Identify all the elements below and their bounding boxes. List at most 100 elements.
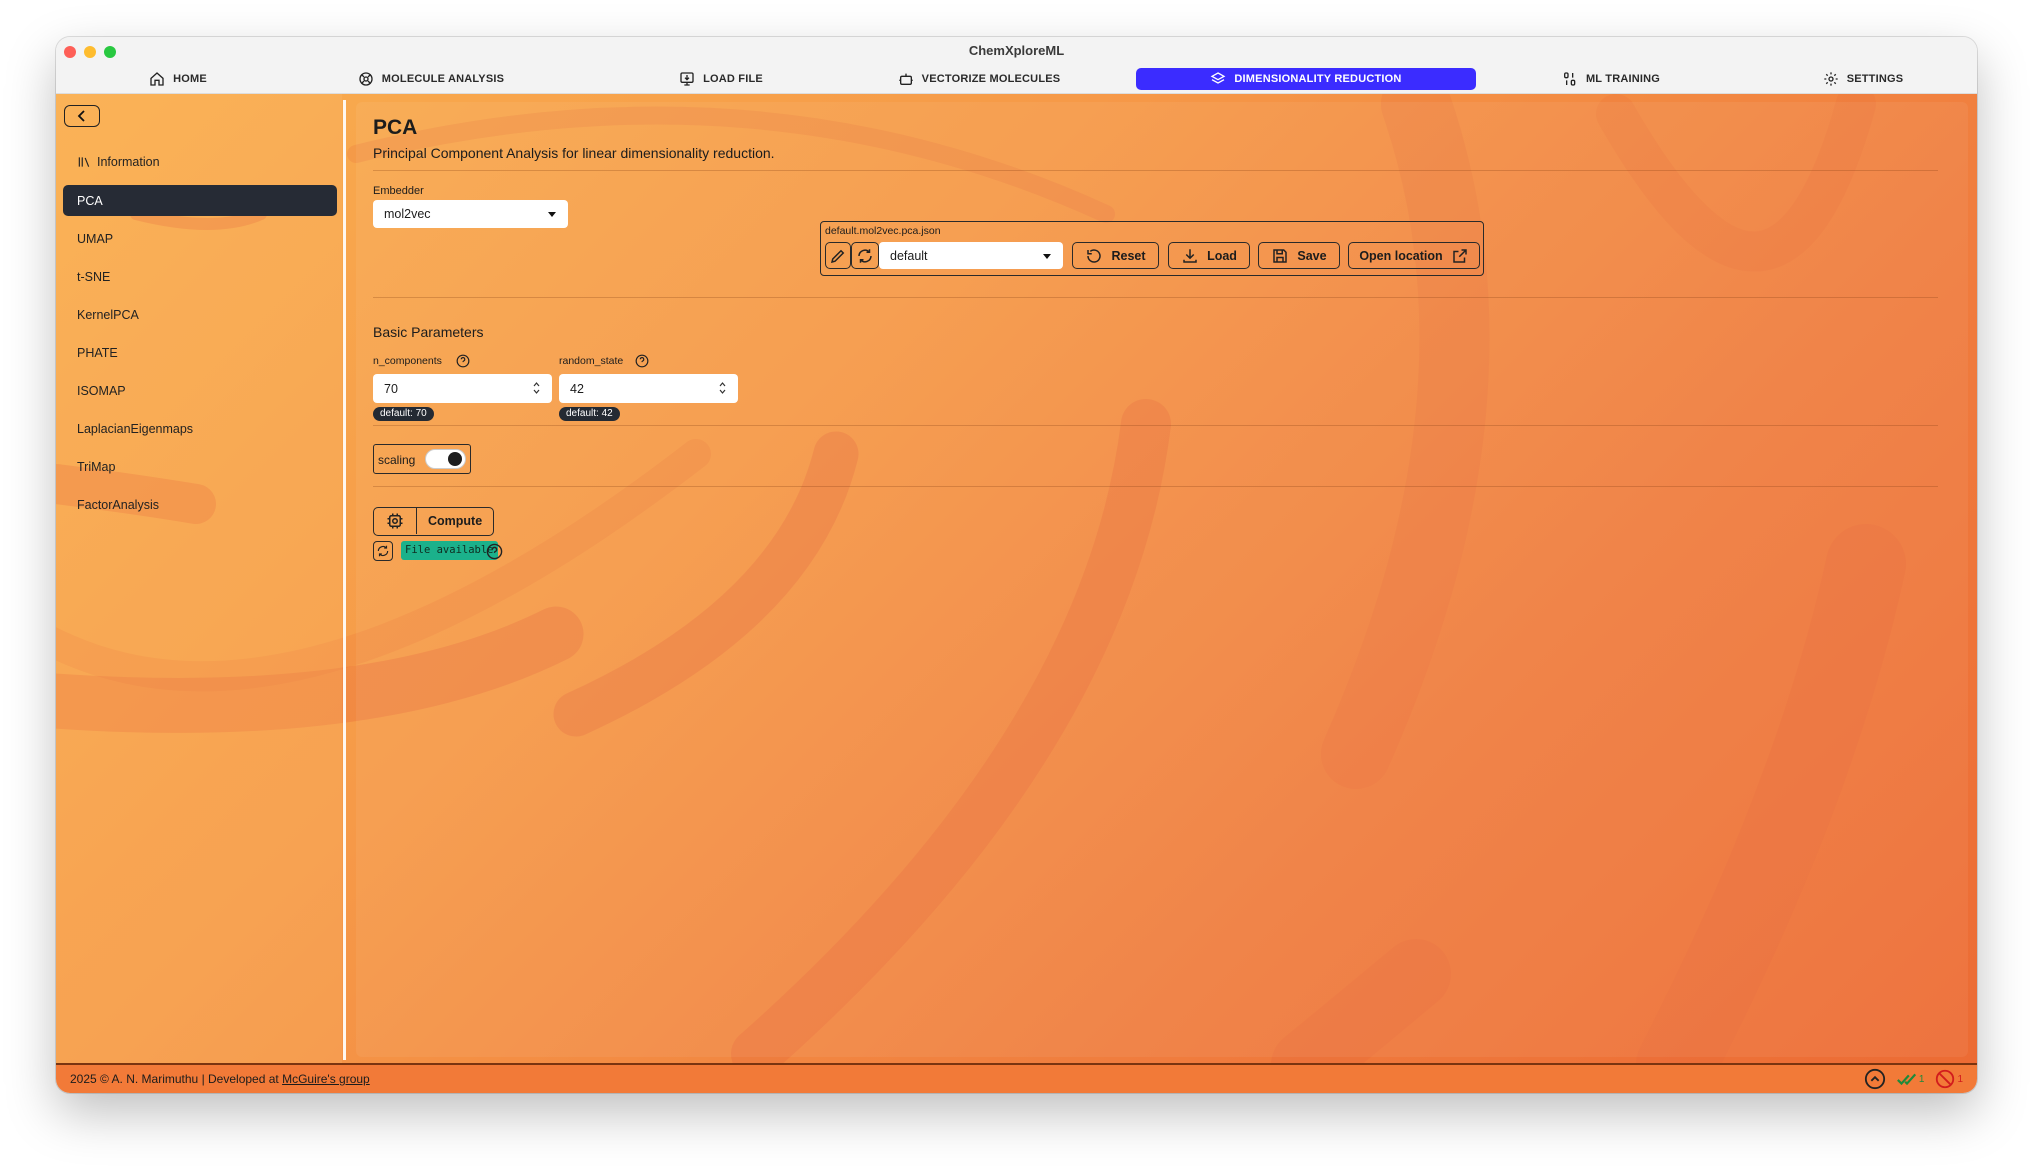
tab-dimensionality-reduction[interactable]: DIMENSIONALITY REDUCTION [1136, 68, 1476, 90]
divider [373, 170, 1938, 171]
layers-icon [1211, 72, 1226, 84]
n-components-label: n_components [373, 355, 442, 367]
page-description: Principal Component Analysis for linear … [373, 145, 775, 161]
stepper-icon[interactable] [719, 382, 726, 394]
pca-panel: PCA Principal Component Analysis for lin… [356, 102, 1968, 1057]
caret-down-icon [1043, 253, 1051, 259]
default-badge: default: 70 [373, 407, 434, 421]
home-icon [150, 72, 164, 86]
tab-ml-training[interactable]: ML TRAINING [1556, 68, 1666, 90]
tab-vectorize-molecules[interactable]: VECTORIZE MOLECULES [894, 68, 1064, 90]
config-select[interactable]: default [879, 242, 1063, 269]
external-link-icon [1452, 248, 1467, 263]
maximize-window-button[interactable] [104, 46, 116, 58]
sidebar-item-umap[interactable]: UMAP [63, 223, 337, 254]
refresh-config-button[interactable] [851, 242, 879, 269]
open-location-button[interactable]: Open location [1348, 242, 1480, 269]
refresh-icon [377, 545, 389, 557]
success-count: 1 [1918, 1073, 1925, 1085]
scaling-label: scaling [378, 453, 416, 467]
help-icon[interactable] [486, 543, 503, 560]
tab-home[interactable]: HOME [138, 68, 218, 90]
close-window-button[interactable] [64, 46, 76, 58]
tab-molecule-analysis[interactable]: MOLECULE ANALYSIS [351, 68, 511, 90]
tab-label: HOME [173, 73, 207, 85]
compute-button[interactable]: Compute [373, 507, 494, 536]
app-window: ChemXploreML HOME MOLECULE ANALYSIS LOAD… [56, 37, 1977, 1093]
reset-icon [1087, 248, 1102, 263]
embedder-label: Embedder [373, 185, 424, 197]
help-icon[interactable] [456, 354, 470, 368]
file-available-badge: File available [401, 541, 498, 560]
random-state-input[interactable]: 42 [559, 374, 738, 403]
cpu-icon [387, 513, 403, 529]
sidebar-item-label: t-SNE [77, 269, 111, 284]
config-toolbar: default.mol2vec.pca.json default Reset L… [820, 221, 1484, 276]
sidebar-item-label: FactorAnalysis [77, 497, 159, 512]
sidebar-item-label: UMAP [77, 231, 114, 246]
binary-icon [1563, 72, 1576, 86]
refresh-status-button[interactable] [373, 541, 393, 561]
help-icon[interactable] [635, 354, 649, 368]
sidebar-item-trimap[interactable]: TriMap [63, 451, 337, 482]
tab-label: MOLECULE ANALYSIS [381, 73, 505, 85]
download-icon [1183, 248, 1197, 263]
edit-config-button[interactable] [825, 242, 851, 269]
divider [373, 297, 1938, 298]
back-button[interactable] [64, 105, 100, 127]
sidebar-item-kernelpca[interactable]: KernelPCA [63, 299, 337, 330]
sidebar-item-pca[interactable]: PCA [63, 185, 337, 216]
double-check-icon[interactable] [1896, 1068, 1918, 1090]
tab-label: VECTORIZE MOLECULES [921, 73, 1061, 85]
tab-load-file[interactable]: LOAD FILE [656, 68, 786, 90]
random-state-value: 42 [570, 381, 584, 396]
save-icon [1273, 248, 1288, 263]
sidebar-item-label: TriMap [77, 459, 116, 474]
reset-button[interactable]: Reset [1072, 242, 1159, 269]
pencil-icon [830, 249, 845, 263]
group-link[interactable]: McGuire's group [282, 1072, 370, 1086]
blocked-icon[interactable] [1934, 1068, 1956, 1090]
stepper-icon[interactable] [533, 382, 540, 394]
embedder-select[interactable]: mol2vec [373, 200, 568, 228]
open-location-label: Open location [1359, 248, 1443, 263]
sidebar-item-label: PCA [77, 193, 103, 208]
footer-text: 2025 © A. N. Marimuthu | Developed at [70, 1072, 283, 1086]
sidebar-item-label: ISOMAP [77, 383, 126, 398]
compute-icon-box [374, 508, 417, 534]
scaling-toggle[interactable] [425, 449, 466, 469]
tab-settings[interactable]: SETTINGS [1813, 68, 1913, 90]
sidebar: Information PCA UMAP t-SNE KernelPCA PHA… [56, 94, 342, 1065]
sidebar-item-phate[interactable]: PHATE [63, 337, 337, 368]
basic-parameters-heading: Basic Parameters [373, 324, 484, 340]
footer: 2025 © A. N. Marimuthu | Developed at Mc… [56, 1063, 1977, 1093]
n-components-value: 70 [384, 381, 398, 396]
tab-bar: HOME MOLECULE ANALYSIS LOAD FILE VECTORI… [56, 65, 1977, 94]
tab-label: ML TRAINING [1585, 73, 1661, 85]
chevron-up-circle-icon[interactable] [1864, 1068, 1886, 1090]
sidebar-item-laplacianeigenmaps[interactable]: LaplacianEigenmaps [63, 413, 337, 444]
sidebar-resize-handle[interactable] [343, 100, 346, 1060]
n-components-input[interactable]: 70 [373, 374, 552, 403]
random-state-label: random_state [559, 355, 624, 367]
page-title: PCA [373, 116, 418, 139]
refresh-icon [858, 248, 872, 263]
load-label: Load [1207, 248, 1237, 263]
error-count: 1 [1957, 1073, 1963, 1085]
minimize-window-button[interactable] [84, 46, 96, 58]
save-label: Save [1297, 248, 1327, 263]
library-icon [78, 156, 90, 167]
sidebar-item-information[interactable]: Information [63, 146, 337, 177]
sidebar-item-label: LaplacianEigenmaps [77, 421, 194, 436]
sidebar-item-tsne[interactable]: t-SNE [63, 261, 337, 292]
gear-icon [1824, 72, 1838, 86]
load-button[interactable]: Load [1168, 242, 1250, 269]
sidebar-item-factoranalysis[interactable]: FactorAnalysis [63, 489, 337, 520]
divider [373, 486, 1938, 487]
molecule-icon [359, 72, 373, 86]
caret-down-icon [548, 212, 556, 217]
tab-label: DIMENSIONALITY REDUCTION [1234, 73, 1402, 85]
save-button[interactable]: Save [1258, 242, 1340, 269]
sidebar-item-isomap[interactable]: ISOMAP [63, 375, 337, 406]
scaling-field: scaling [373, 444, 471, 474]
